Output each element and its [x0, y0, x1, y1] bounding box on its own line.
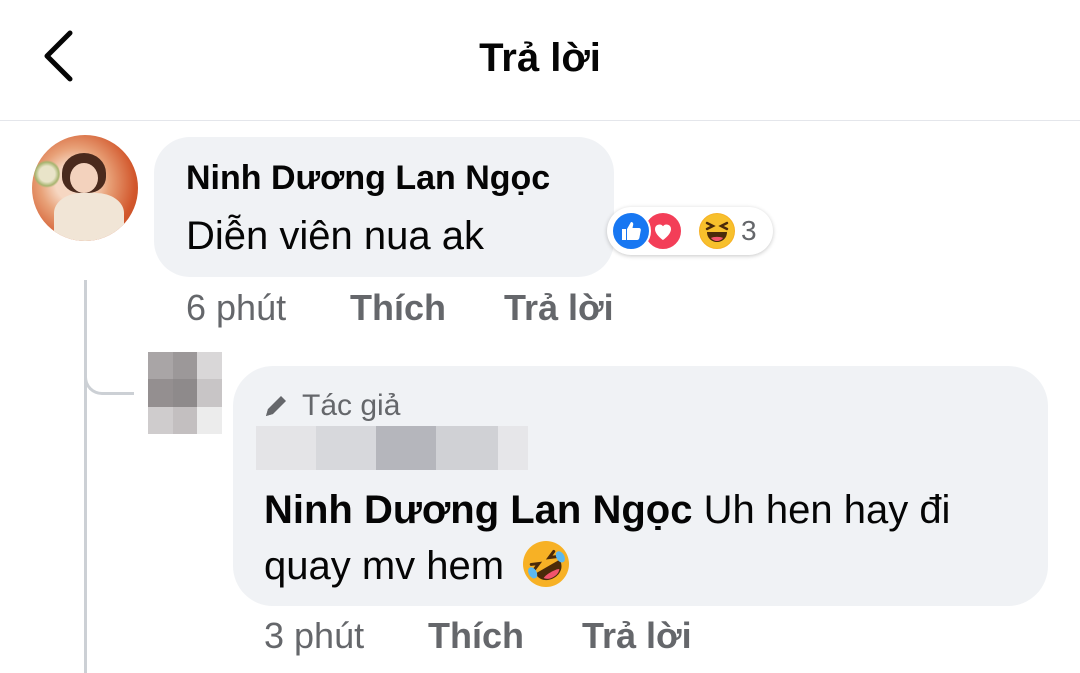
- reply-text: Ninh Dương Lan Ngọc Uh hen hay đi quay m…: [264, 482, 1034, 594]
- rolling-on-floor-laughing-icon: [523, 541, 570, 587]
- reactions-summary[interactable]: 3: [607, 207, 773, 255]
- reply-timestamp[interactable]: 3 phút: [264, 614, 364, 658]
- reply-reply-button[interactable]: Trả lời: [582, 614, 692, 658]
- comment-text: Diễn viên nua ak: [186, 214, 484, 258]
- reply-actions: 3 phút Thích Trả lời: [264, 614, 724, 658]
- thread-branch-line: [84, 345, 134, 395]
- top-bar: Trả lời: [0, 0, 1080, 121]
- like-icon: [611, 211, 651, 251]
- reaction-count: 3: [741, 215, 757, 246]
- comment-timestamp[interactable]: 6 phút: [186, 286, 286, 330]
- thread-line: [84, 280, 87, 673]
- reply-author-avatar[interactable]: [148, 352, 222, 434]
- reply-like-button[interactable]: Thích: [428, 614, 524, 658]
- author-badge: Tác giả: [262, 386, 400, 426]
- like-button[interactable]: Thích: [350, 286, 446, 330]
- pencil-icon: [262, 389, 296, 423]
- page-title: Trả lời: [479, 36, 601, 80]
- reply-author-name-blurred[interactable]: [256, 426, 528, 470]
- author-badge-label: Tác giả: [302, 389, 401, 422]
- reply-thread-page: Trả lời Ninh Dương Lan Ngọc Diễn viên nu…: [0, 0, 1080, 673]
- comment-actions: 6 phút Thích Trả lời: [186, 286, 646, 330]
- reply-button[interactable]: Trả lời: [504, 286, 614, 330]
- mention-tag[interactable]: Ninh Dương Lan Ngọc: [264, 488, 692, 532]
- haha-icon: [697, 211, 737, 251]
- commenter-avatar[interactable]: [32, 135, 138, 241]
- comment-author-name[interactable]: Ninh Dương Lan Ngọc: [186, 157, 550, 199]
